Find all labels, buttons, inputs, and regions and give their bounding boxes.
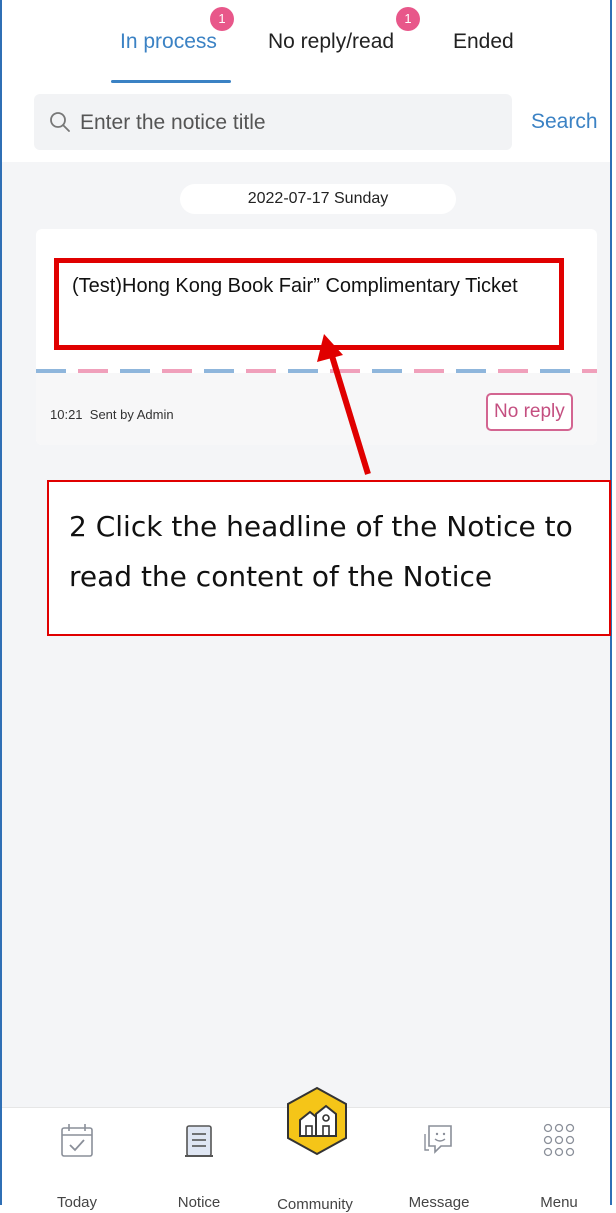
instruction-line-1: 2 Click the headline of the Notice to xyxy=(69,510,573,543)
instruction-callout: 2 Click the headline of the Notice to re… xyxy=(47,480,611,636)
tab-in-process[interactable]: In process xyxy=(120,30,217,54)
search-box xyxy=(34,94,512,152)
search-bar: Search xyxy=(2,84,610,162)
calendar-check-icon xyxy=(61,1124,93,1157)
tab-no-reply-read[interactable]: No reply/read xyxy=(268,30,394,54)
tab-bar: In process 1 No reply/read 1 Ended xyxy=(2,0,610,84)
nav-label-message: Message xyxy=(408,1194,470,1211)
document-icon xyxy=(185,1125,213,1157)
nav-label-notice: Notice xyxy=(177,1194,221,1211)
tab-no-reply-read-badge: 1 xyxy=(396,7,420,31)
search-input[interactable] xyxy=(78,94,502,152)
tab-in-process-badge: 1 xyxy=(210,7,234,31)
active-tab-indicator xyxy=(111,80,231,83)
nav-item-menu[interactable]: Menu xyxy=(514,1108,604,1211)
community-houses-icon[interactable] xyxy=(282,1086,352,1156)
notice-footer: 10:21 Sent by Admin No reply xyxy=(36,373,597,445)
date-separator: 2022-07-17 Sunday xyxy=(180,184,456,214)
nav-label-today: Today xyxy=(56,1194,98,1211)
headline-highlight-box xyxy=(54,258,564,350)
status-badge: No reply xyxy=(486,393,573,431)
nav-item-today[interactable]: Today xyxy=(32,1108,122,1211)
nav-item-notice[interactable]: Notice xyxy=(154,1108,244,1211)
instruction-line-2: read the content of the Notice xyxy=(69,560,493,593)
notice-sender: Sent by Admin xyxy=(89,407,174,422)
notice-time: 10:21 xyxy=(50,407,83,422)
notice-meta: 10:21 Sent by Admin xyxy=(50,407,174,422)
chat-bubble-icon xyxy=(424,1125,452,1154)
nav-label-menu: Menu xyxy=(540,1194,578,1211)
grid-dots-icon xyxy=(543,1123,575,1157)
tab-ended[interactable]: Ended xyxy=(453,30,514,54)
nav-item-message[interactable]: Message xyxy=(394,1108,484,1211)
search-button[interactable]: Search xyxy=(531,110,598,134)
search-icon xyxy=(50,112,70,132)
